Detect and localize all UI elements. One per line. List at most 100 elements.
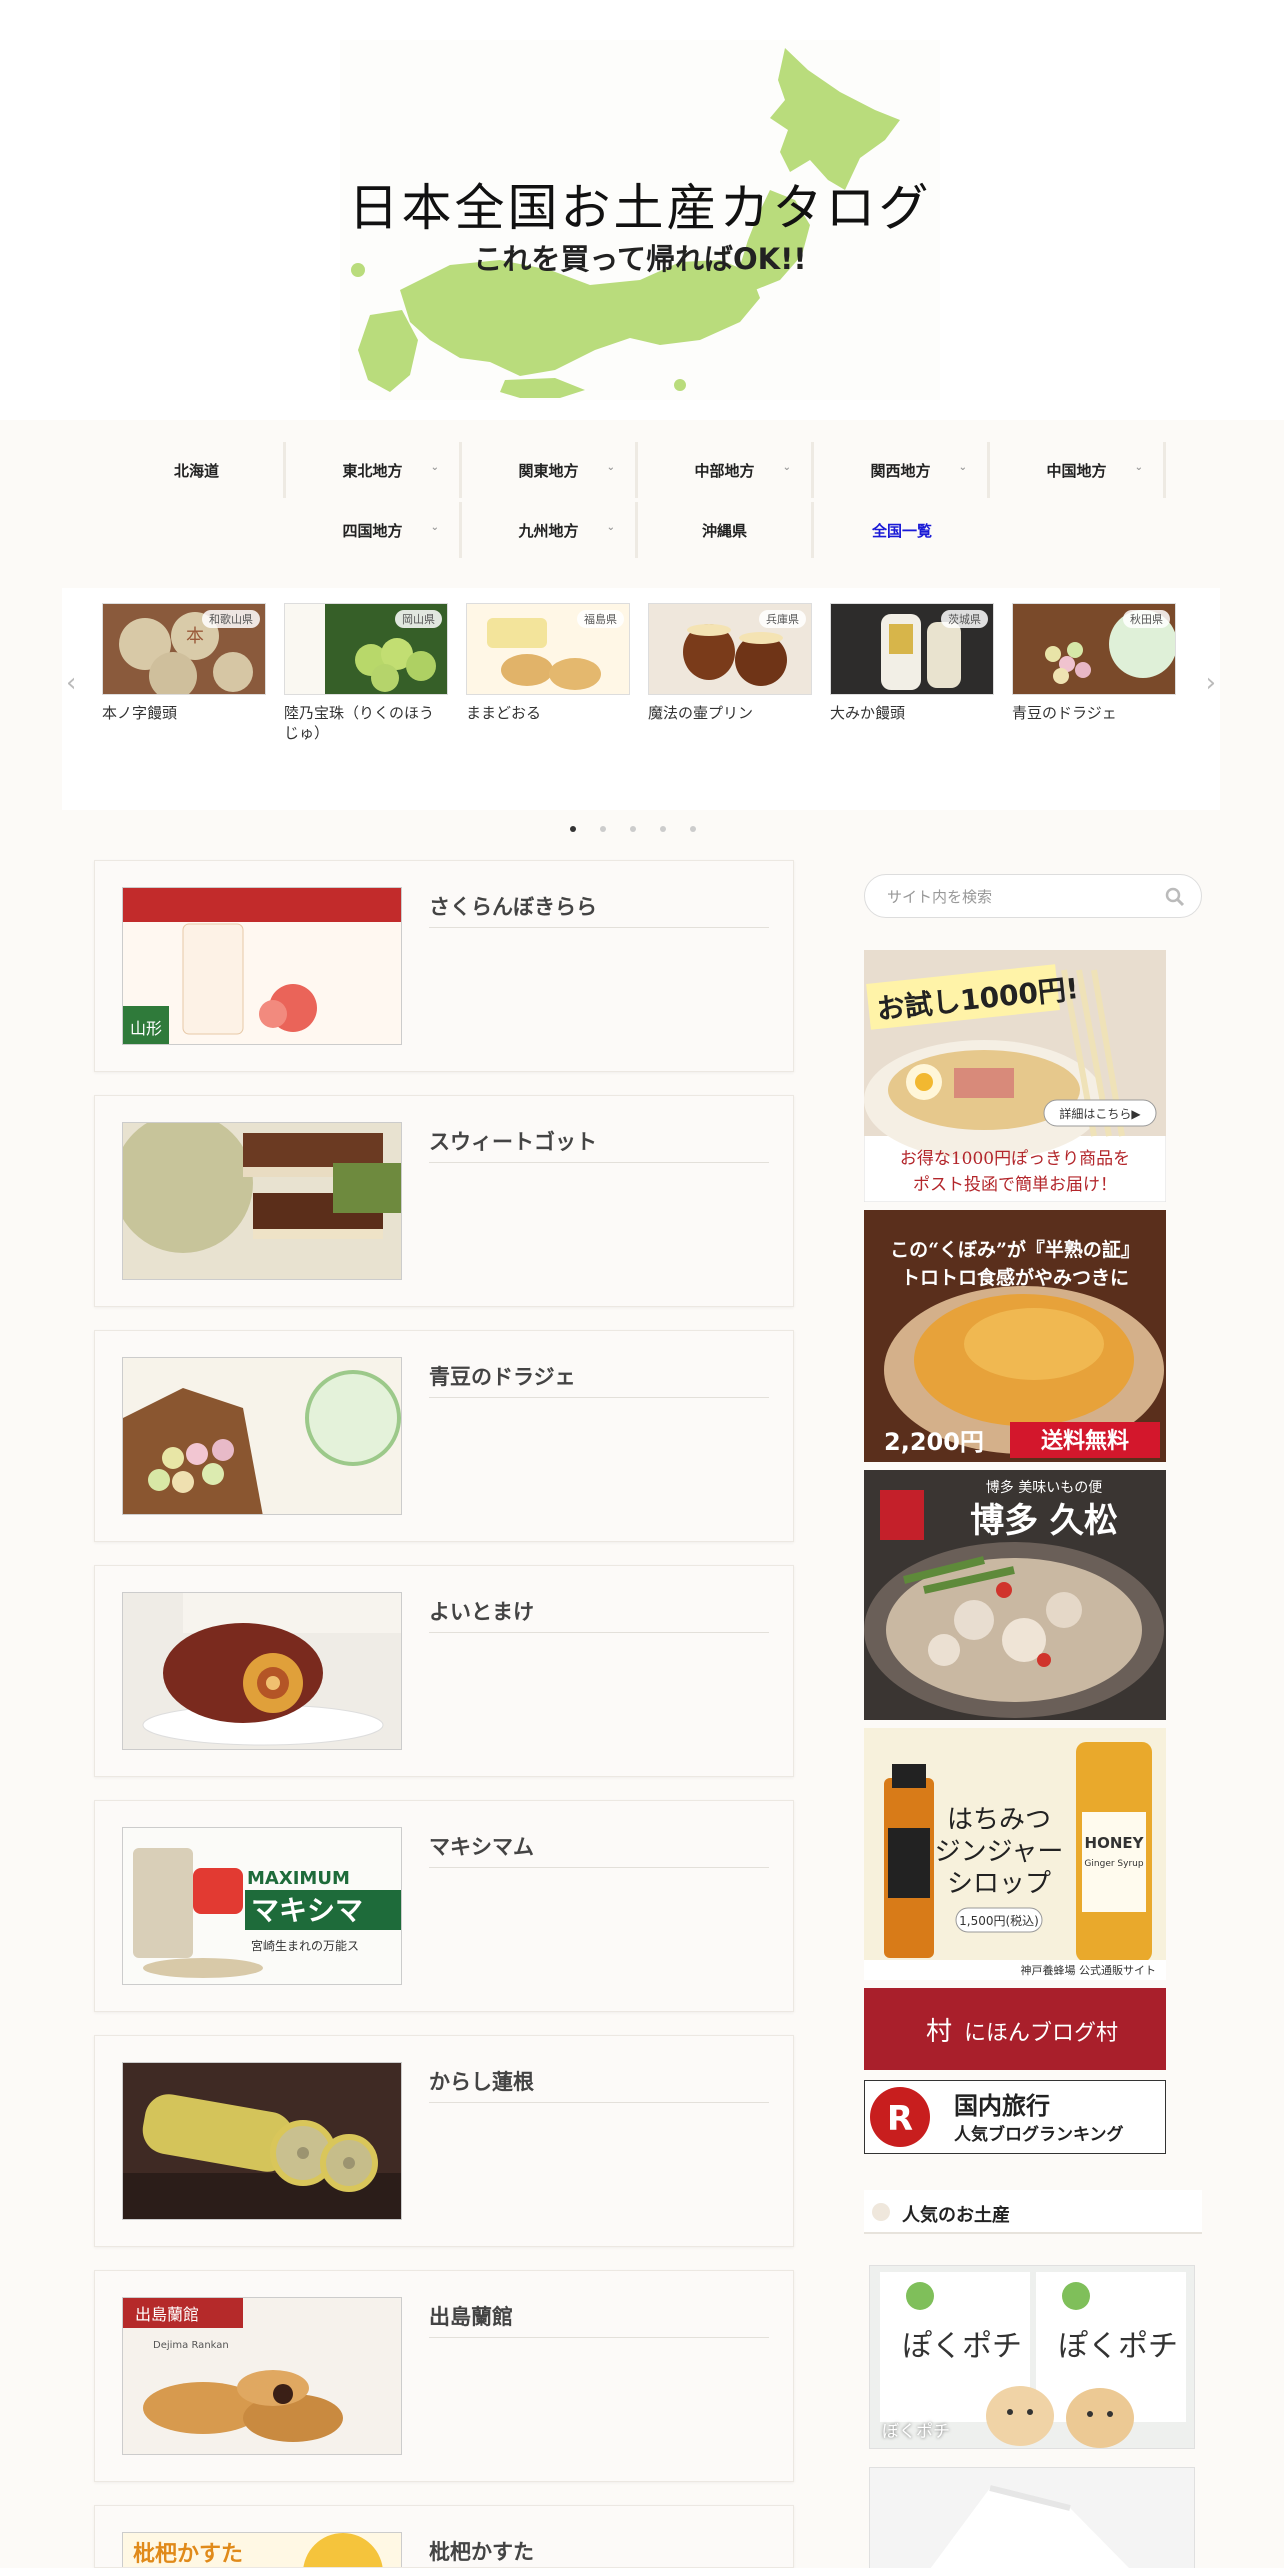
carousel-title: ままどおる <box>466 704 542 722</box>
ad-copy: ポスト投函で簡単お届け！ <box>913 1175 1117 1195</box>
carousel-item[interactable]: 秋田県 青豆のドラジェ <box>1012 603 1176 723</box>
ad-copy: ジンジャー <box>935 1837 1064 1867</box>
nav-label: 四国地方 <box>342 521 403 540</box>
site-logo[interactable]: 日本全国お土産カタログ これを買って帰ればOK!! <box>340 40 940 400</box>
popular-item[interactable] <box>869 2467 1195 2568</box>
pagination-dot[interactable] <box>600 826 606 832</box>
ad-banner-honey-syrup[interactable]: HONEY Ginger Syrup はちみつ ジンジャー シロップ 1,500… <box>864 1728 1166 1980</box>
popular-item-title: ぼくポチ <box>882 2422 950 2442</box>
blog-ranking-image: R 国内旅行 人気ブログランキング <box>864 2080 1166 2154</box>
site-title: 日本全国お土産カタログ <box>348 179 932 237</box>
pagination-dot[interactable] <box>660 826 666 832</box>
nav-item-tohoku[interactable]: 東北地方 ⌄ <box>286 442 462 498</box>
chevron-left-icon[interactable]: ‹ <box>66 668 76 698</box>
heading-bullet-icon <box>872 2203 890 2221</box>
carousel-title: 本ノ字饅頭 <box>102 704 178 722</box>
article-title: 枇杷かすた <box>429 2536 769 2567</box>
article-title: からし蓮根 <box>429 2066 769 2103</box>
pagination-dot[interactable] <box>630 826 636 832</box>
carousel-item[interactable]: 福島県 ままどおる <box>466 603 630 723</box>
prefecture-badge: 茨城県 <box>941 610 988 628</box>
ad-banner-motsunabe[interactable]: 博多 美味いもの便 博多 久松 <box>864 1470 1166 1720</box>
pagination-dot[interactable] <box>690 826 696 832</box>
cheesecake-ad-image: この“くぼみ”が『半熟の証』 トロトロ食感がやみつきに 2,200円 送料無料 <box>864 1210 1166 1462</box>
article-thumb <box>122 1357 402 1515</box>
popular-photo-2 <box>870 2468 1194 2568</box>
carousel-thumb: 本 和歌山県 <box>102 603 266 695</box>
ad-banner-cheesecake[interactable]: この“くぼみ”が『半熟の証』 トロトロ食感がやみつきに 2,200円 送料無料 <box>864 1210 1166 1462</box>
ad-footer: 神戸養蜂場 公式通販サイト <box>1021 1963 1157 1977</box>
ad-copy: トロトロ食感がやみつきに <box>901 1266 1129 1289</box>
nav-item-kansai[interactable]: 関西地方 ⌄ <box>814 442 990 498</box>
ad-ginger: Ginger Syrup <box>1084 1859 1143 1869</box>
nav-item-chubu[interactable]: 中部地方 ⌄ <box>638 442 814 498</box>
motsunabe-ad-image: 博多 美味いもの便 博多 久松 <box>864 1470 1166 1720</box>
search-icon[interactable] <box>1165 887 1185 907</box>
carousel-pagination <box>570 822 720 836</box>
pagination-dot[interactable] <box>570 826 576 832</box>
thumb-brand-text: 山形 <box>130 1019 162 1038</box>
honey-syrup-ad-image: HONEY Ginger Syrup はちみつ ジンジャー シロップ 1,500… <box>864 1728 1166 1980</box>
article-thumb <box>122 1122 402 1280</box>
article-card[interactable]: からし蓮根 <box>94 2035 794 2247</box>
nav-item-all[interactable]: 全国一覧 <box>814 502 990 558</box>
article-thumb: 枇杷かすた <box>122 2532 402 2567</box>
search-input[interactable] <box>887 885 1147 909</box>
prefecture-badge: 秋田県 <box>1123 610 1170 628</box>
nav-item-hokkaido[interactable]: 北海道 <box>110 442 286 498</box>
carousel-item[interactable]: 兵庫県 魔法の壷プリン <box>648 603 812 723</box>
ad-banner-ramen[interactable]: お試し1000円! 詳細はこちら▶ お得な1000円ぽっきり商品を ポスト投函で… <box>864 950 1166 1202</box>
article-thumb: MAXIMUM マキシマ 宮崎生まれの万能ス <box>122 1827 402 1985</box>
prefecture-badge: 兵庫県 <box>759 610 806 628</box>
nav-item-shikoku[interactable]: 四国地方 ⌄ <box>286 502 462 558</box>
nav-item-chugoku[interactable]: 中国地方 ⌄ <box>990 442 1166 498</box>
nav-item-kanto[interactable]: 関東地方 ⌄ <box>462 442 638 498</box>
carousel-item[interactable]: 茨城県 大みか饅頭 <box>830 603 994 723</box>
article-title: 青豆のドラジェ <box>429 1361 769 1398</box>
article-card[interactable]: よいとまけ <box>94 1565 794 1777</box>
chevron-down-icon: ⌄ <box>430 462 439 473</box>
nav-item-kyushu[interactable]: 九州地方 ⌄ <box>462 502 638 558</box>
article-card[interactable]: 青豆のドラジェ <box>94 1330 794 1542</box>
thumb-sub-text: 宮崎生まれの万能ス <box>251 1938 359 1953</box>
site-header: 日本全国お土産カタログ これを買って帰ればOK!! <box>0 0 1284 420</box>
nav-label: 九州地方 <box>518 521 579 540</box>
maximum-seasoning-photo: MAXIMUM マキシマ 宮崎生まれの万能ス <box>123 1828 401 1984</box>
carousel-item[interactable]: 岡山県 陸乃宝珠（りくのほうじゅ） <box>284 603 448 743</box>
sweet-got-photo <box>123 1123 401 1279</box>
nav-item-okinawa[interactable]: 沖縄県 <box>638 502 814 558</box>
blog-ranking-banner[interactable]: R 国内旅行 人気ブログランキング <box>864 2080 1166 2154</box>
carousel-thumb: 茨城県 <box>830 603 994 695</box>
chevron-right-icon[interactable]: › <box>1206 668 1216 698</box>
blog-village-text: にほんブログ村 <box>964 2021 1118 2046</box>
ad-copy: この“くぼみ”が『半熟の証』 <box>890 1238 1140 1261</box>
article-title: マキシマム <box>429 1831 769 1868</box>
prefecture-badge: 岡山県 <box>395 610 442 628</box>
article-thumb: 出島蘭館 Dejima Rankan <box>122 2297 402 2455</box>
article-card[interactable]: スウィートゴット <box>94 1095 794 1307</box>
article-card[interactable]: MAXIMUM マキシマ 宮崎生まれの万能ス マキシマム <box>94 1800 794 2012</box>
carousel-thumb: 秋田県 <box>1012 603 1176 695</box>
nihon-blog-mura-banner[interactable]: 村 にほんブログ村 <box>864 1988 1166 2070</box>
carousel-item[interactable]: 本 和歌山県 本ノ字饅頭 <box>102 603 266 723</box>
biwa-kasuta-photo: 枇杷かすた <box>123 2533 401 2567</box>
carousel-thumb: 岡山県 <box>284 603 448 695</box>
article-card[interactable]: 出島蘭館 Dejima Rankan 出島蘭館 <box>94 2270 794 2482</box>
carousel-thumb: 兵庫県 <box>648 603 812 695</box>
carousel-title: 大みか饅頭 <box>830 704 906 722</box>
popular-heading: 人気のお土産 <box>864 2190 1202 2234</box>
ad-detail-link: 詳細はこちら▶ <box>1059 1106 1141 1121</box>
nav-row-1: 北海道 東北地方 ⌄ 関東地方 ⌄ 中部地方 ⌄ 関西地方 ⌄ 中国地方 ⌄ <box>110 442 1170 498</box>
nav-label: 関東地方 <box>518 461 579 480</box>
nav-label: 中国地方 <box>1046 461 1107 480</box>
aomame-dragee-photo <box>123 1358 401 1514</box>
ad-copy: お得な1000円ぽっきり商品を <box>900 1149 1130 1169</box>
ad-copy: シロップ <box>947 1869 1051 1899</box>
popular-item[interactable]: ぽくポチ ぽくポチ ぼくポチ <box>869 2265 1195 2449</box>
article-card[interactable]: 山形 さくらんぼきらら <box>94 860 794 1072</box>
article-thumb: 山形 <box>122 887 402 1045</box>
chevron-down-icon: ⌄ <box>782 462 791 473</box>
article-card[interactable]: 枇杷かすた 枇杷かすた <box>94 2505 794 2568</box>
ramen-ad-image: お試し1000円! 詳細はこちら▶ お得な1000円ぽっきり商品を ポスト投函で… <box>864 950 1166 1202</box>
chevron-down-icon: ⌄ <box>430 522 439 533</box>
